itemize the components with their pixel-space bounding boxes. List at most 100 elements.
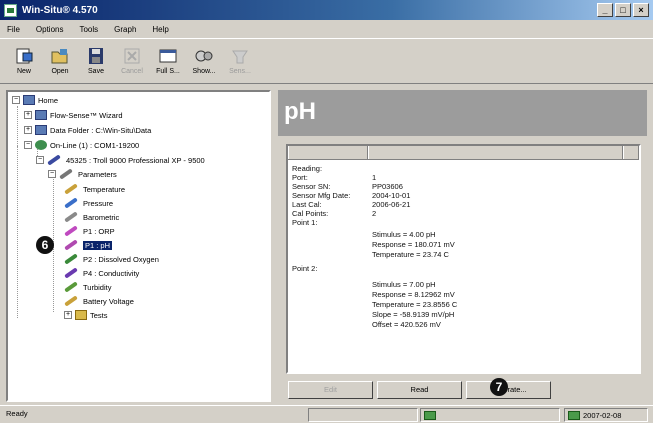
show-label: Show...: [192, 68, 216, 75]
probe-icon: [64, 225, 78, 237]
tree-label: 45325 : Troll 9000 Professional XP - 950…: [66, 155, 205, 165]
device-icon: [47, 154, 61, 166]
tree-node-home[interactable]: − Home: [12, 94, 58, 106]
minimize-button[interactable]: _: [597, 3, 613, 17]
report-value: Temperature = 23.8556 C: [372, 300, 458, 309]
collapse-icon[interactable]: −: [12, 96, 20, 104]
probe-icon: [64, 197, 78, 209]
save-label: Save: [88, 68, 104, 75]
tree-item-temperature[interactable]: Temperature: [64, 183, 125, 195]
probe-icon: [64, 239, 78, 251]
menu-bar: File Options Tools Graph Help: [0, 20, 653, 38]
calibrate-button[interactable]: Calibrate...: [466, 381, 551, 399]
tree-label: Temperature: [83, 184, 126, 194]
tree-item-conductivity[interactable]: P4 : Conductivity: [64, 267, 139, 279]
tree-node-flow-sense[interactable]: + Flow-Sense™ Wizard: [24, 109, 123, 121]
collapse-icon[interactable]: −: [24, 141, 32, 149]
report-header: [288, 146, 639, 160]
report-label: Point 1:: [292, 218, 318, 227]
parameters-icon: [59, 168, 73, 180]
battery-icon: [64, 295, 78, 307]
report-actions: Edit Read Calibrate...: [288, 381, 551, 399]
title-bar: Win-Situ® 4.570 _ □ ×: [0, 0, 653, 20]
collapse-icon[interactable]: −: [36, 156, 44, 164]
tree-node-online[interactable]: − On-Line (1) : COM1-19200: [24, 139, 139, 151]
window-title: Win-Situ® 4.570: [22, 4, 98, 16]
probe-icon: [64, 183, 78, 195]
save-button[interactable]: Save: [78, 39, 114, 83]
report-value: 1: [372, 173, 377, 182]
tree-label: Home: [38, 95, 59, 105]
tree-label: Battery Voltage: [83, 296, 134, 306]
tree-item-barometric[interactable]: Barometric: [64, 211, 119, 223]
tree-node-data-folder[interactable]: + Data Folder : C:\Win-Situ\Data: [24, 124, 151, 136]
tree-label: Parameters: [78, 169, 117, 179]
home-icon: [23, 95, 35, 105]
column-header: [288, 146, 368, 159]
status-text: Ready: [6, 409, 28, 418]
report-value: Temperature = 23.74 C: [372, 250, 449, 259]
show-icon: [194, 47, 214, 65]
full-screen-icon: [158, 47, 178, 65]
detail-panel: pH Reading: Port: 1 Sensor SN: PP03606 S…: [278, 90, 647, 402]
status-panel: 2007-02-08: [564, 408, 648, 422]
tree-item-battery-voltage[interactable]: Battery Voltage: [64, 295, 134, 307]
menu-tools[interactable]: Tools: [76, 24, 101, 35]
tree-item-orp[interactable]: P1 : ORP: [64, 225, 115, 237]
callout-marker: 7: [490, 378, 508, 396]
connection-icon: [424, 410, 436, 420]
tree-item-dissolved-oxygen[interactable]: P2 : Dissolved Oxygen: [64, 253, 159, 265]
menu-options[interactable]: Options: [33, 24, 67, 35]
wizard-icon: [35, 110, 47, 120]
report-value: Offset = 420.526 mV: [372, 320, 441, 329]
read-button[interactable]: Read: [377, 381, 462, 399]
tree-item-pressure[interactable]: Pressure: [64, 197, 113, 209]
probe-icon: [64, 211, 78, 223]
tree-node-tests[interactable]: + Tests: [64, 309, 108, 321]
open-button[interactable]: Open: [42, 39, 78, 83]
tree-item-turbidity[interactable]: Turbidity: [64, 281, 111, 293]
cancel-button[interactable]: Cancel: [114, 39, 150, 83]
tree-item-ph[interactable]: P1 : pH: [64, 239, 113, 251]
new-icon: [14, 47, 34, 65]
window-controls: _ □ ×: [597, 3, 649, 17]
open-icon: [50, 47, 70, 65]
tree-label: Flow-Sense™ Wizard: [50, 110, 123, 120]
expand-icon[interactable]: +: [24, 111, 32, 119]
report-reading-label: Reading:: [292, 164, 323, 173]
tree-label: Turbidity: [83, 282, 112, 292]
sensor-icon: [230, 47, 250, 65]
tree-node-device[interactable]: − 45325 : Troll 9000 Professional XP - 9…: [36, 154, 205, 166]
expand-icon[interactable]: +: [24, 126, 32, 134]
report-value: PP03606: [372, 182, 403, 191]
probe-icon: [64, 253, 78, 265]
report-value: 2: [372, 209, 377, 218]
tree-node-parameters[interactable]: − Parameters: [48, 168, 117, 180]
edit-button[interactable]: Edit: [288, 381, 373, 399]
menu-graph[interactable]: Graph: [111, 24, 139, 35]
status-panel: [308, 408, 418, 422]
maximize-button[interactable]: □: [615, 3, 631, 17]
close-button[interactable]: ×: [633, 3, 649, 17]
report-value: Stimulus = 7.00 pH: [372, 280, 436, 289]
status-bar: Ready 2007-02-08: [0, 405, 653, 423]
cancel-icon: [122, 47, 142, 65]
full-screen-label: Full S...: [156, 68, 180, 75]
collapse-icon[interactable]: −: [48, 170, 56, 178]
report-value: 2004-10-01: [372, 191, 411, 200]
menu-help[interactable]: Help: [149, 24, 171, 35]
sensor-button[interactable]: Sens...: [222, 39, 258, 83]
new-button[interactable]: New: [6, 39, 42, 83]
callout-marker: 6: [36, 236, 54, 254]
menu-file[interactable]: File: [4, 24, 23, 35]
probe-icon: [64, 281, 78, 293]
expand-icon[interactable]: +: [64, 311, 72, 319]
full-screen-button[interactable]: Full S...: [150, 39, 186, 83]
tree-label: P2 : Dissolved Oxygen: [83, 254, 159, 264]
tree-label-selected: P1 : pH: [83, 240, 113, 250]
report-value: Response = 180.071 mV: [372, 240, 455, 249]
column-header: [623, 146, 639, 159]
show-button[interactable]: Show...: [186, 39, 222, 83]
tree-label: Pressure: [83, 198, 114, 208]
probe-icon: [64, 267, 78, 279]
